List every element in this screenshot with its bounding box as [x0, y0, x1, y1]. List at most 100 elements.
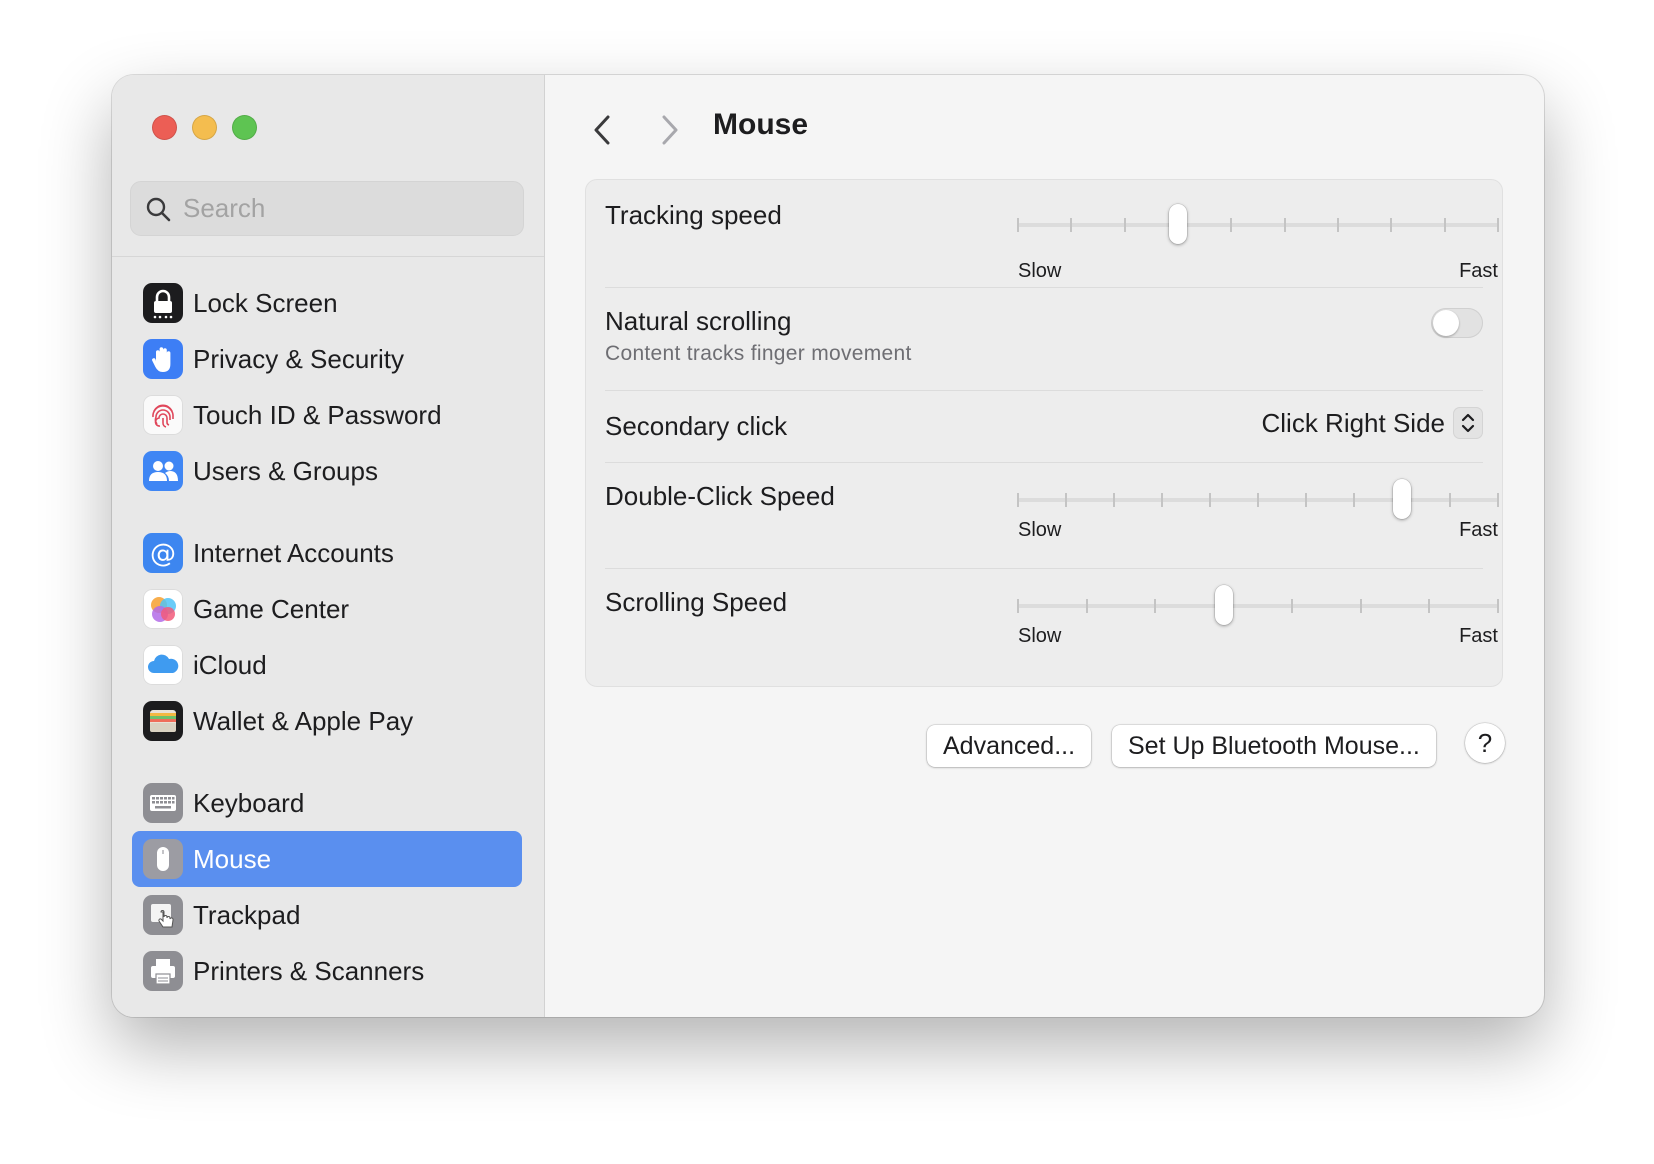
sidebar-item-icloud[interactable]: iCloud: [132, 637, 522, 693]
cloud-icon: [143, 645, 183, 685]
sidebar-item-label: Lock Screen: [193, 287, 338, 318]
slider-knob[interactable]: [1168, 204, 1187, 244]
sidebar-item-label: Wallet & Apple Pay: [193, 705, 414, 736]
slider-tick: [1283, 218, 1286, 232]
slider-tick: [1353, 493, 1355, 507]
sidebar-item-label: Trackpad: [193, 899, 301, 930]
slider-tick: [1230, 218, 1233, 232]
sidebar-item-label: Keyboard: [193, 787, 305, 818]
sidebar-item-printers-scanners[interactable]: Printers & Scanners: [132, 943, 522, 999]
slider-tick: [1209, 493, 1211, 507]
slider-tick: [1428, 599, 1431, 613]
search-input[interactable]: [181, 192, 505, 225]
printer-icon: [143, 951, 183, 991]
tracking-speed-label: Tracking speed: [605, 200, 782, 230]
sidebar-item-mouse[interactable]: Mouse: [132, 831, 522, 887]
natural-scrolling-label: Natural scrolling: [605, 306, 792, 336]
help-button[interactable]: ?: [1465, 723, 1505, 763]
slider-tick: [1065, 493, 1067, 507]
slider-tick: [1359, 599, 1362, 613]
sidebar-item-lock-screen[interactable]: Lock Screen: [132, 275, 522, 331]
sidebar-item-users-groups[interactable]: Users & Groups: [132, 443, 522, 499]
search-field[interactable]: [130, 181, 524, 236]
mouse-settings-panel: Tracking speed Slow Fast Natural scrolli…: [585, 179, 1503, 687]
slider-tick: [1017, 218, 1019, 232]
hand-icon: [143, 339, 183, 379]
row-divider: [605, 462, 1483, 463]
toggle-thumb: [1433, 310, 1459, 336]
slider-tick: [1390, 218, 1393, 232]
setup-bluetooth-mouse-button[interactable]: Set Up Bluetooth Mouse...: [1112, 725, 1436, 767]
search-icon: [146, 197, 171, 221]
sidebar-item-label: Internet Accounts: [193, 537, 394, 568]
sidebar-item-label: Mouse: [193, 843, 272, 874]
sidebar-item-label: Touch ID & Password: [193, 399, 442, 430]
keyboard-icon: [143, 783, 183, 823]
scrolling-speed-slider[interactable]: [1017, 585, 1499, 625]
slider-knob[interactable]: [1214, 585, 1233, 625]
fingerprint-icon: [143, 395, 183, 435]
svg-text:@: @: [150, 539, 176, 569]
slider-max-label: Fast: [1459, 519, 1498, 541]
zoom-window-button[interactable]: [232, 115, 257, 140]
main-pane: Mouse Tracking speed Slow Fast Natural s…: [545, 75, 1544, 1017]
slider-track: [1018, 604, 1498, 608]
sidebar-group-security: Lock Screen Privacy & Security Touch ID …: [132, 275, 522, 499]
users-icon: [143, 451, 183, 491]
slider-tick: [1305, 493, 1307, 507]
sidebar-item-game-center[interactable]: Game Center: [132, 581, 522, 637]
sidebar-group-accounts: @ Internet Accounts Game Center iCloud W…: [132, 525, 522, 749]
sidebar: Lock Screen Privacy & Security: [112, 75, 545, 1017]
trackpad-icon: [143, 895, 183, 935]
close-window-button[interactable]: [152, 115, 177, 140]
page-title: Mouse: [713, 108, 809, 141]
slider-tick: [1017, 493, 1019, 507]
forward-button[interactable]: [655, 111, 685, 149]
slider-min-label: Slow: [1018, 260, 1062, 282]
sidebar-item-label: Users & Groups: [193, 455, 378, 486]
chevron-left-icon: [594, 115, 610, 145]
double-click-speed-slider[interactable]: [1017, 479, 1499, 519]
slider-track: [1018, 223, 1498, 227]
row-divider: [605, 568, 1483, 569]
slider-knob[interactable]: [1393, 479, 1411, 519]
slider-max-label: Fast: [1459, 625, 1498, 647]
slider-tick: [1497, 493, 1499, 507]
secondary-click-select[interactable]: Click Right Side: [1261, 407, 1483, 439]
slider-max-label: Fast: [1459, 260, 1498, 282]
slider-tick: [1154, 599, 1157, 613]
sidebar-group-devices: Keyboard Mouse Trackpad Printers & Scann…: [132, 775, 522, 999]
back-button[interactable]: [587, 111, 617, 149]
slider-min-label: Slow: [1018, 625, 1062, 647]
double-click-speed-label: Double-Click Speed: [605, 481, 835, 511]
natural-scrolling-description: Content tracks finger movement: [605, 342, 912, 365]
advanced-button[interactable]: Advanced...: [927, 725, 1092, 767]
secondary-click-label: Secondary click: [605, 411, 788, 441]
game-center-icon: [143, 589, 183, 629]
slider-tick: [1161, 493, 1163, 507]
slider-tick: [1113, 493, 1115, 507]
chevron-right-icon: [662, 115, 678, 145]
sidebar-item-label: iCloud: [193, 649, 267, 680]
row-divider: [605, 390, 1483, 391]
minimize-window-button[interactable]: [192, 115, 217, 140]
slider-tick: [1449, 493, 1451, 507]
system-settings-window: Lock Screen Privacy & Security: [112, 75, 1544, 1017]
sidebar-item-wallet-apple-pay[interactable]: Wallet & Apple Pay: [132, 693, 522, 749]
sidebar-item-internet-accounts[interactable]: @ Internet Accounts: [132, 525, 522, 581]
slider-min-label: Slow: [1018, 519, 1062, 541]
at-sign-icon: @: [143, 533, 183, 573]
mouse-icon: [143, 839, 183, 879]
sidebar-item-touch-id-password[interactable]: Touch ID & Password: [132, 387, 522, 443]
chevron-up-down-icon: [1453, 407, 1483, 439]
sidebar-nav: Lock Screen Privacy & Security Touch ID …: [132, 275, 522, 1017]
sidebar-item-privacy-security[interactable]: Privacy & Security: [132, 331, 522, 387]
sidebar-item-trackpad[interactable]: Trackpad: [132, 887, 522, 943]
tracking-speed-slider[interactable]: [1017, 204, 1499, 244]
sidebar-item-label: Printers & Scanners: [193, 955, 425, 986]
sidebar-item-label: Privacy & Security: [193, 343, 404, 374]
slider-tick: [1497, 599, 1499, 613]
sidebar-item-keyboard[interactable]: Keyboard: [132, 775, 522, 831]
secondary-click-value: Click Right Side: [1261, 407, 1445, 438]
natural-scrolling-toggle[interactable]: [1431, 308, 1483, 338]
